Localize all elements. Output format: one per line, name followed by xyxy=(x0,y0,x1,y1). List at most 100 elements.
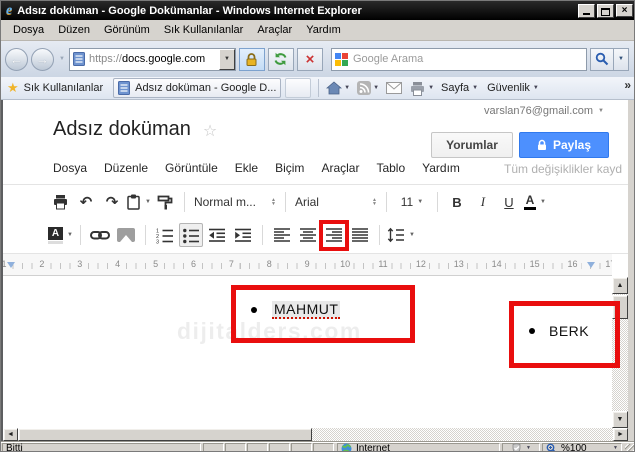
annotation-box-align-right xyxy=(319,220,349,251)
docs-menu-araclar[interactable]: Araçlar xyxy=(321,161,359,175)
browser-menubar: Dosya Düzen Görünüm Sık Kullanılanlar Ar… xyxy=(1,20,635,41)
home-button[interactable]: ▼ xyxy=(326,81,350,95)
share-button[interactable]: Paylaş xyxy=(519,132,609,158)
scroll-right-button[interactable]: ► xyxy=(613,428,628,441)
font-dropdown[interactable]: Arial ▲▼ xyxy=(293,190,379,214)
align-center-button[interactable] xyxy=(296,223,320,247)
numbered-list-button[interactable]: 123 xyxy=(153,223,177,247)
ruler-number: 16 xyxy=(564,259,580,269)
insert-link-button[interactable] xyxy=(88,223,112,247)
history-dropdown[interactable]: ▼ xyxy=(59,56,65,62)
read-mail-button[interactable] xyxy=(386,82,402,94)
minimize-button[interactable] xyxy=(578,4,595,18)
new-tab-stub[interactable] xyxy=(285,78,311,98)
docs-menu-ekle[interactable]: Ekle xyxy=(235,161,258,175)
docs-menu-duzenle[interactable]: Düzenle xyxy=(104,161,148,175)
menu-araclar[interactable]: Araçlar xyxy=(250,22,299,38)
menu-sik-kullanilanlar[interactable]: Sık Kullanılanlar xyxy=(157,22,251,38)
page-menu-label: Sayfa xyxy=(441,82,469,94)
dropdown-icon: ▼ xyxy=(598,108,604,114)
star-document-icon[interactable]: ☆ xyxy=(203,121,217,141)
scroll-up-button[interactable]: ▲ xyxy=(612,277,628,294)
ruler-number: 7 xyxy=(226,259,237,269)
printer-icon xyxy=(409,81,426,96)
menu-gorunum[interactable]: Görünüm xyxy=(97,22,157,38)
docs-menu-goruntule[interactable]: Görüntüle xyxy=(165,161,218,175)
highlight-color-button[interactable]: A ▼ xyxy=(48,223,73,247)
paint-format-button[interactable] xyxy=(153,190,177,214)
insert-image-button[interactable] xyxy=(114,223,138,247)
maximize-button[interactable] xyxy=(597,4,614,18)
refresh-button[interactable] xyxy=(268,48,294,71)
bold-button[interactable]: B xyxy=(445,190,469,214)
scroll-up-icon: ▲ xyxy=(617,282,624,289)
scroll-left-button[interactable]: ◄ xyxy=(3,428,18,441)
decrease-indent-button[interactable] xyxy=(205,223,229,247)
toolbar-overflow-button[interactable]: » xyxy=(624,78,631,92)
tab-adsiz-dokuman[interactable]: Adsız doküman - Google D... xyxy=(113,78,281,98)
address-dropdown-button[interactable]: ▼ xyxy=(219,49,235,70)
account-email: varslan76@gmail.com xyxy=(484,105,593,117)
dropdown-icon: ▼ xyxy=(224,56,230,62)
document-title[interactable]: Adsız doküman xyxy=(53,118,191,141)
comments-button[interactable]: Yorumlar xyxy=(431,132,513,158)
share-label: Paylaş xyxy=(553,138,591,152)
back-button[interactable]: ← xyxy=(5,48,28,71)
styles-dropdown[interactable]: Normal m... ▲▼ xyxy=(192,190,278,214)
scroll-down-button[interactable]: ▼ xyxy=(612,411,628,428)
clipboard-icon xyxy=(126,194,141,210)
search-dropdown-button[interactable]: ▼ xyxy=(614,48,629,71)
account-menu[interactable]: varslan76@gmail.com ▼ xyxy=(484,105,604,117)
ruler-number: 2 xyxy=(36,259,47,269)
browser-window: e Adsız doküman - Google Dokümanlar - Wi… xyxy=(0,0,635,452)
search-box[interactable]: Google Arama xyxy=(331,48,587,71)
dropdown-icon: ▼ xyxy=(67,232,73,238)
status-text-cell: Bitti xyxy=(2,443,201,452)
annotation-box-mahmut xyxy=(231,285,415,343)
print-button[interactable] xyxy=(48,190,72,214)
security-lock-button[interactable] xyxy=(239,48,265,71)
font-size-value: 11 xyxy=(401,195,413,209)
indent-marker-right[interactable] xyxy=(587,262,595,268)
horizontal-scrollbar[interactable]: ◄ ► xyxy=(3,428,628,441)
tab-title: Adsız doküman - Google D... xyxy=(135,82,276,94)
address-bar[interactable]: https://docs.google.com ▼ xyxy=(69,48,236,71)
text-color-button[interactable]: A ▼ xyxy=(523,190,547,214)
forward-icon: → xyxy=(36,52,49,67)
ruler-number: 9 xyxy=(302,259,313,269)
print-button[interactable]: ▼ xyxy=(409,81,434,96)
smartscreen-cell[interactable]: ▼ xyxy=(502,443,540,452)
italic-button[interactable]: I xyxy=(471,190,495,214)
redo-button[interactable]: ↷ xyxy=(100,190,124,214)
justify-button[interactable] xyxy=(348,223,372,247)
close-button[interactable]: × xyxy=(616,4,633,17)
align-left-button[interactable] xyxy=(270,223,294,247)
font-size-dropdown[interactable]: 11 ▼ xyxy=(394,190,430,214)
undo-button[interactable]: ↶ xyxy=(74,190,98,214)
forward-button[interactable]: → xyxy=(31,48,54,71)
docs-menu-dosya[interactable]: Dosya xyxy=(53,161,87,175)
search-button[interactable] xyxy=(590,48,614,71)
docs-menu-yardim[interactable]: Yardım xyxy=(422,161,460,175)
scrollbar-thumb[interactable] xyxy=(18,428,312,441)
docs-menu-bicim[interactable]: Biçim xyxy=(275,161,304,175)
menu-yardim[interactable]: Yardım xyxy=(299,22,348,38)
page-menu-button[interactable]: Sayfa ▼ xyxy=(441,82,478,94)
docs-menu-tablo[interactable]: Tablo xyxy=(376,161,405,175)
menu-duzen[interactable]: Düzen xyxy=(51,22,97,38)
zoom-cell[interactable]: %100 ▼ xyxy=(542,443,622,452)
align-right-button[interactable] xyxy=(322,223,346,247)
underline-button[interactable]: U xyxy=(497,190,521,214)
feeds-button[interactable]: ▼ xyxy=(357,81,379,95)
bulleted-list-button[interactable] xyxy=(179,223,203,247)
security-menu-button[interactable]: Güvenlik ▼ xyxy=(487,82,539,94)
ie-logo-icon: e xyxy=(6,4,12,18)
stop-button[interactable]: × xyxy=(297,48,323,71)
indent-marker-left[interactable] xyxy=(7,262,15,268)
line-spacing-button[interactable]: ▼ xyxy=(387,223,415,247)
increase-indent-button[interactable] xyxy=(231,223,255,247)
favorites-button[interactable]: Sık Kullanılanlar xyxy=(24,82,104,94)
menu-dosya[interactable]: Dosya xyxy=(6,22,51,38)
paste-button[interactable]: ▼ xyxy=(126,190,151,214)
resize-grip[interactable] xyxy=(625,444,635,452)
